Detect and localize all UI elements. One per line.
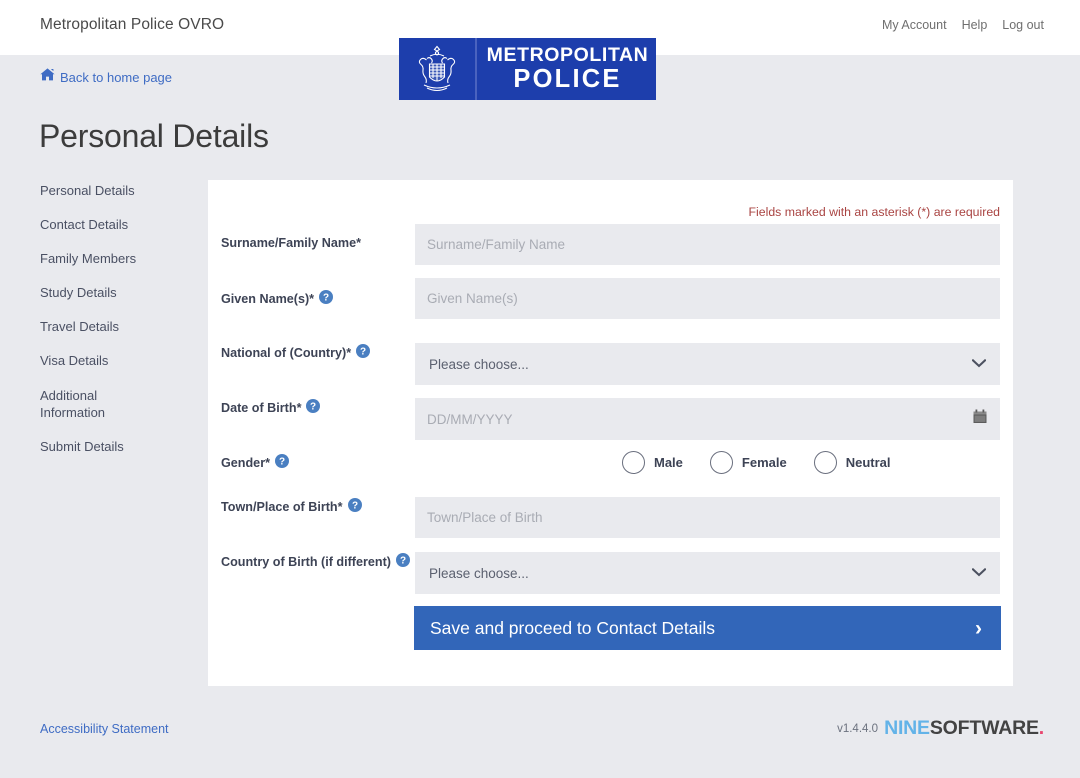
- radio-label-female: Female: [741, 455, 787, 470]
- breadcrumb[interactable]: Back to home page: [40, 68, 172, 86]
- svg-text:?: ?: [310, 402, 316, 413]
- svg-text:?: ?: [360, 347, 366, 358]
- svg-text:?: ?: [351, 501, 357, 512]
- help-icon-nationality[interactable]: ?: [356, 344, 371, 361]
- save-and-proceed-button[interactable]: Save and proceed to Contact Details ›: [414, 606, 1001, 650]
- sidebar-item-travel-details[interactable]: Travel Details: [40, 319, 200, 335]
- radio-option-neutral[interactable]: Neutral: [813, 451, 891, 474]
- radio-option-female[interactable]: Female: [709, 451, 787, 474]
- radio-dot-male[interactable]: [622, 451, 645, 474]
- label-date-of-birth-text: Date of Birth*: [221, 400, 302, 415]
- help-icon-gender[interactable]: ?: [275, 454, 289, 471]
- sidebar-item-visa-details[interactable]: Visa Details: [40, 353, 200, 369]
- royal-crest-icon: [399, 38, 477, 100]
- field-nationality-select[interactable]: Please choose...: [415, 343, 1000, 385]
- nine-logo-part-2: SOFTWARE: [929, 717, 1039, 739]
- sidebar-nav: Personal Details Contact Details Family …: [40, 183, 200, 473]
- label-town-of-birth: Town/Place of Birth* ?: [221, 498, 362, 515]
- met-logo-line-2: POLICE: [513, 64, 622, 93]
- radio-dot-neutral[interactable]: [813, 451, 837, 474]
- save-button-label: Save and proceed to Contact Details: [430, 617, 716, 638]
- metropolitan-police-logo: METROPOLITAN POLICE: [399, 38, 656, 100]
- chevron-down-icon-nationality[interactable]: [971, 355, 987, 373]
- nav-link-help[interactable]: Help: [962, 18, 988, 32]
- field-given-names[interactable]: Given Name(s): [415, 278, 1000, 319]
- label-nationality-text: National of (Country)*: [221, 345, 352, 360]
- label-town-of-birth-text: Town/Place of Birth*: [221, 499, 343, 514]
- sidebar-item-additional-information[interactable]: Additional Information: [40, 387, 135, 421]
- chevron-down-icon-country-of-birth[interactable]: [971, 564, 987, 582]
- label-nationality: National of (Country)* ?: [221, 344, 371, 361]
- radio-option-male[interactable]: Male: [622, 451, 683, 474]
- label-surname: Surname/Family Name*: [221, 236, 361, 250]
- field-town-of-birth-placeholder: Town/Place of Birth: [427, 510, 543, 525]
- radio-label-neutral: Neutral: [845, 455, 891, 470]
- field-town-of-birth[interactable]: Town/Place of Birth: [415, 497, 1000, 538]
- sidebar-item-study-details[interactable]: Study Details: [40, 285, 200, 301]
- met-logo-wordmark: METROPOLITAN POLICE: [477, 45, 656, 92]
- back-to-home-page-link[interactable]: Back to home page: [60, 70, 172, 85]
- field-date-of-birth-placeholder: DD/MM/YYYY: [427, 411, 513, 427]
- nine-logo-part-3: .: [1038, 717, 1044, 739]
- nav-link-my-account[interactable]: My Account: [882, 18, 947, 32]
- chevron-right-icon: ›: [975, 616, 982, 640]
- field-surname-placeholder: Surname/Family Name: [427, 237, 566, 252]
- label-surname-text: Surname/Family Name*: [221, 236, 361, 250]
- svg-text:?: ?: [279, 457, 285, 468]
- required-fields-note: Fields marked with an asterisk (*) are r…: [748, 205, 1001, 219]
- field-given-names-placeholder: Given Name(s): [427, 291, 518, 306]
- svg-text:?: ?: [400, 556, 406, 567]
- top-nav: My Account Help Log out: [882, 18, 1044, 32]
- calendar-icon[interactable]: [973, 409, 987, 429]
- sidebar-item-submit-details[interactable]: Submit Details: [40, 439, 200, 455]
- help-icon-given-names[interactable]: ?: [319, 290, 334, 307]
- nine-logo-part-1: NINE: [884, 717, 930, 739]
- radio-label-male: Male: [654, 455, 683, 470]
- sidebar-item-personal-details[interactable]: Personal Details: [40, 183, 200, 199]
- nine-software-logo: NINESOFTWARE.: [884, 717, 1044, 740]
- label-gender: Gender* ?: [221, 454, 289, 471]
- svg-text:?: ?: [323, 293, 329, 304]
- help-icon-country-of-birth[interactable]: ?: [396, 553, 410, 570]
- met-logo-line-1: METROPOLITAN: [486, 44, 649, 67]
- field-country-of-birth-value: Please choose...: [429, 565, 529, 581]
- version-label: v1.4.4.0: [837, 723, 878, 735]
- label-country-of-birth: Country of Birth (if different) ?: [221, 553, 410, 570]
- sidebar-item-contact-details[interactable]: Contact Details: [40, 217, 200, 233]
- label-country-of-birth-text: Country of Birth (if different): [221, 554, 391, 569]
- field-date-of-birth[interactable]: DD/MM/YYYY: [415, 398, 1000, 440]
- accessibility-statement-link[interactable]: Accessibility Statement: [40, 722, 169, 736]
- field-surname[interactable]: Surname/Family Name: [415, 224, 1000, 265]
- field-country-of-birth-select[interactable]: Please choose...: [415, 552, 1000, 594]
- sidebar-item-family-members[interactable]: Family Members: [40, 251, 200, 267]
- home-icon: [40, 68, 55, 86]
- help-icon-date-of-birth[interactable]: ?: [306, 399, 321, 416]
- page-title: Personal Details: [39, 118, 269, 154]
- label-given-names-text: Given Name(s)*: [221, 291, 315, 306]
- nav-link-log-out[interactable]: Log out: [1002, 18, 1044, 32]
- label-date-of-birth: Date of Birth* ?: [221, 399, 321, 416]
- help-icon-town-of-birth[interactable]: ?: [347, 498, 362, 515]
- gender-radio-group: Male Female Neutral: [622, 451, 918, 474]
- label-gender-text: Gender*: [221, 455, 270, 470]
- field-nationality-value: Please choose...: [429, 356, 529, 372]
- radio-dot-female[interactable]: [709, 451, 733, 474]
- brand-title: Metropolitan Police OVRO: [40, 16, 225, 33]
- label-given-names: Given Name(s)* ?: [221, 290, 334, 307]
